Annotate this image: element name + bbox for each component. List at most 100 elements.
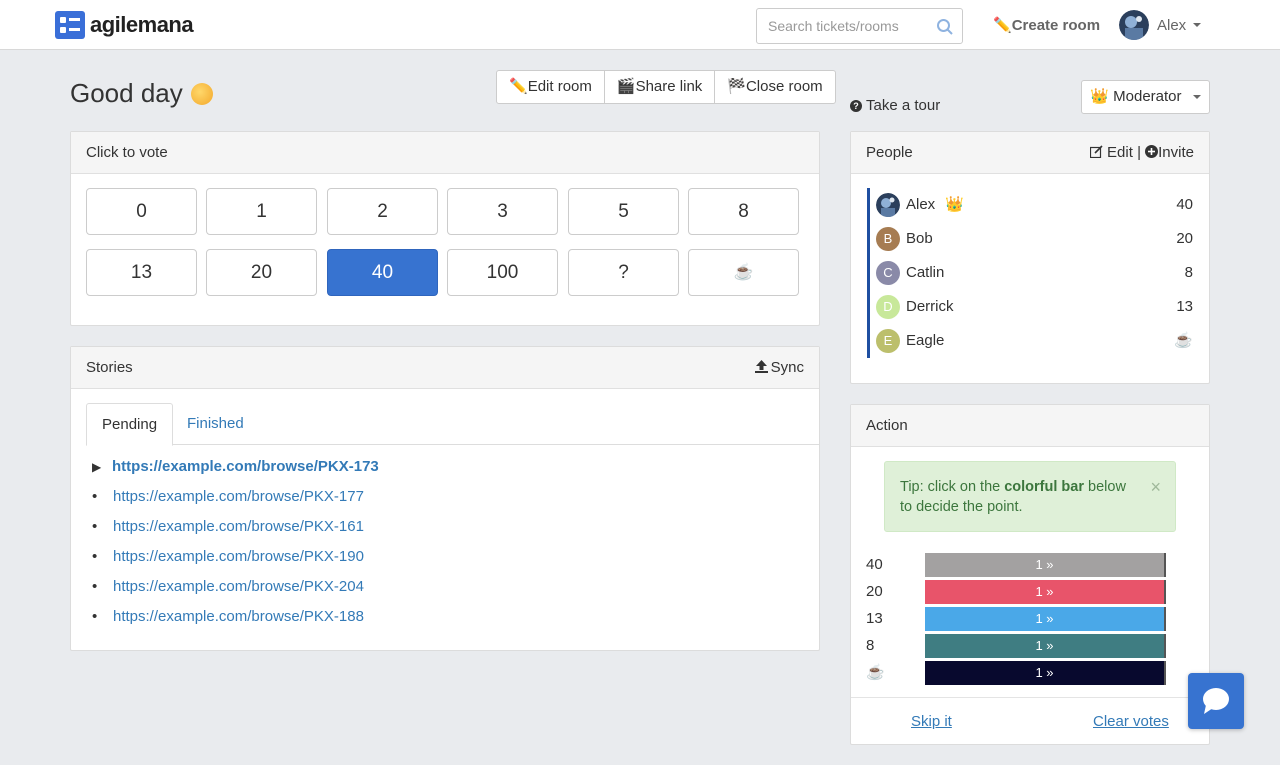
story-item[interactable]: • https://example.com/browse/PKX-188 — [92, 608, 364, 625]
bullet-icon: • — [92, 518, 98, 535]
close-room-label: Close room — [745, 78, 823, 95]
avatar: C — [876, 261, 900, 285]
crown-icon: 👑 — [945, 196, 965, 213]
close-icon[interactable]: × — [1150, 477, 1161, 497]
tab-finished[interactable]: Finished — [172, 403, 259, 445]
person-name: Alex 👑 — [906, 196, 965, 213]
story-link[interactable]: https://example.com/browse/PKX-190 — [113, 548, 364, 565]
vote-card-1[interactable]: 1 — [206, 188, 317, 235]
story-link[interactable]: https://example.com/browse/PKX-188 — [113, 608, 364, 625]
pencil-icon: ✏️ — [509, 78, 528, 95]
bullet-icon: • — [92, 548, 98, 565]
vote-card-40[interactable]: 40 — [327, 249, 438, 296]
person-row: C Catlin 8 — [867, 256, 1193, 290]
sync-button[interactable]: Sync — [754, 347, 804, 389]
result-label: 13 — [866, 610, 883, 627]
tab-pending[interactable]: Pending — [86, 403, 174, 446]
chat-bubble-icon — [1203, 688, 1229, 714]
person-vote: 40 — [1176, 196, 1193, 213]
chat-button[interactable] — [1188, 673, 1244, 729]
story-link[interactable]: https://example.com/browse/PKX-177 — [113, 488, 364, 505]
tour-label: Take a tour — [866, 97, 941, 114]
result-bar[interactable]: 1 » — [925, 607, 1166, 631]
invite-label: Invite — [1158, 144, 1194, 161]
vote-card-0[interactable]: 0 — [86, 188, 197, 235]
question-circle-icon: ? — [850, 99, 862, 112]
create-room-link[interactable]: ✏️Create room — [993, 16, 1100, 34]
story-item[interactable]: • https://example.com/browse/PKX-190 — [92, 548, 364, 565]
result-bar[interactable]: 1 » — [925, 580, 1166, 604]
story-item[interactable]: • https://example.com/browse/PKX-177 — [92, 488, 364, 505]
edit-room-label: Edit room — [527, 78, 592, 95]
room-actions: ✏️Edit room 🎬Share link 🏁Close room — [496, 70, 836, 104]
person-name: Bob — [906, 230, 933, 247]
pencil-icon: ✏️ — [993, 17, 1012, 34]
person-vote: 13 — [1176, 298, 1193, 315]
tip-text: Tip: click on the — [900, 479, 1005, 495]
stories-panel-header: Stories Sync — [71, 347, 819, 389]
invite-button[interactable]: Invite — [1145, 144, 1194, 161]
result-row: 13 1 » — [866, 607, 1166, 631]
vote-panel-title: Click to vote — [71, 132, 819, 174]
vote-card-5[interactable]: 5 — [568, 188, 679, 235]
stories-title: Stories — [86, 359, 133, 376]
edit-people-button[interactable]: Edit — [1089, 144, 1137, 161]
logo-icon — [55, 11, 85, 39]
result-bar[interactable]: 1 » — [925, 553, 1166, 577]
edit-room-button[interactable]: ✏️Edit room — [497, 71, 605, 103]
story-item[interactable]: • https://example.com/browse/PKX-161 — [92, 518, 364, 535]
coffee-icon: ☕ — [866, 664, 885, 681]
search-box — [756, 8, 963, 44]
people-title: People — [866, 144, 913, 161]
role-label: Moderator — [1113, 88, 1182, 105]
coffee-icon: ☕ — [1174, 332, 1193, 349]
result-bar[interactable]: 1 » — [925, 634, 1166, 658]
action-panel: Action Tip: click on the colorful bar be… — [850, 404, 1210, 745]
vote-card-20[interactable]: 20 — [206, 249, 317, 296]
person-name: Catlin — [906, 264, 945, 281]
create-room-label: Create room — [1011, 17, 1101, 34]
story-item[interactable]: • https://example.com/browse/PKX-204 — [92, 578, 364, 595]
chevron-down-icon — [1193, 23, 1202, 27]
result-label: 20 — [866, 583, 883, 600]
story-item-current[interactable]: ▶ https://example.com/browse/PKX-173 — [92, 458, 379, 475]
search-input[interactable] — [768, 18, 928, 34]
search-icon[interactable] — [936, 18, 954, 36]
crown-icon: 👑 — [1090, 88, 1109, 105]
story-link[interactable]: https://example.com/browse/PKX-161 — [113, 518, 364, 535]
vote-card-13[interactable]: 13 — [86, 249, 197, 296]
clear-votes-link[interactable]: Clear votes — [1093, 713, 1169, 730]
result-bar[interactable]: 1 » — [925, 661, 1166, 685]
vote-card-100[interactable]: 100 — [447, 249, 558, 296]
result-row: 8 1 » — [866, 634, 1166, 658]
brand-logo[interactable]: agilemana — [55, 11, 194, 39]
vote-card-question[interactable]: ? — [568, 249, 679, 296]
vote-card-8[interactable]: 8 — [688, 188, 799, 235]
clapper-icon: 🎬 — [616, 78, 636, 95]
result-label: 40 — [866, 556, 883, 573]
result-row: ☕ 1 » — [866, 661, 1166, 685]
edit-label: Edit — [1107, 144, 1133, 161]
story-link[interactable]: https://example.com/browse/PKX-173 — [112, 458, 379, 475]
story-link[interactable]: https://example.com/browse/PKX-204 — [113, 578, 364, 595]
take-a-tour-link[interactable]: ? Take a tour — [850, 97, 940, 114]
share-link-button[interactable]: 🎬Share link — [605, 71, 716, 103]
person-row: Alex 👑 40 — [867, 188, 1193, 222]
plus-circle-icon — [1145, 145, 1159, 158]
stories-tabs: Pending Finished — [86, 403, 819, 446]
checkered-flag-icon: 🏁 — [727, 78, 746, 95]
divider — [851, 697, 1209, 698]
bullet-icon: • — [92, 578, 98, 595]
user-menu[interactable]: Alex — [1119, 10, 1202, 40]
person-name: Eagle — [906, 332, 945, 349]
upload-icon — [754, 360, 768, 373]
play-icon: ▶ — [92, 460, 102, 474]
vote-card-2[interactable]: 2 — [327, 188, 438, 235]
people-panel-header: People Edit | Invite — [851, 132, 1209, 174]
vote-card-3[interactable]: 3 — [447, 188, 558, 235]
bullet-icon: • — [92, 608, 98, 625]
role-dropdown[interactable]: 👑 Moderator — [1081, 80, 1210, 114]
skip-it-link[interactable]: Skip it — [911, 713, 952, 730]
vote-card-coffee[interactable]: ☕ — [688, 249, 799, 296]
close-room-button[interactable]: 🏁Close room — [715, 71, 834, 103]
